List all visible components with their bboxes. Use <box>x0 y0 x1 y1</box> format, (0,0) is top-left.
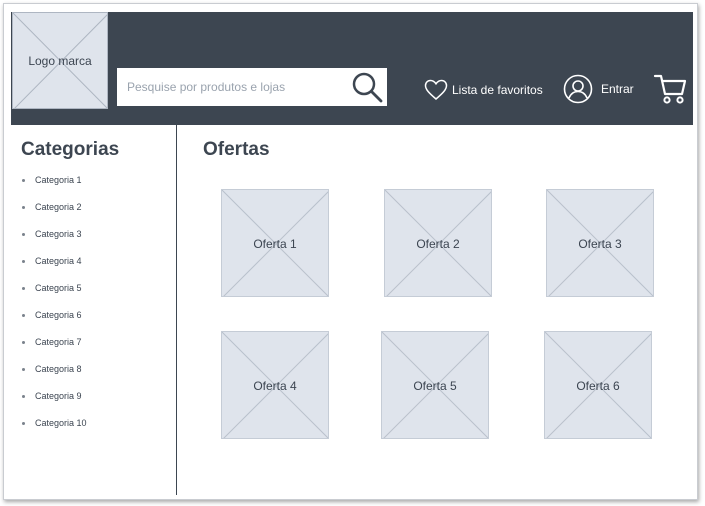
category-item[interactable]: Categoria 3 <box>20 228 87 255</box>
offer-label: Oferta 6 <box>576 379 620 393</box>
category-item[interactable]: Categoria 2 <box>20 201 87 228</box>
category-item[interactable]: Categoria 6 <box>20 309 87 336</box>
cart-icon[interactable] <box>653 72 687 106</box>
offer-label: Oferta 1 <box>253 237 297 251</box>
category-item[interactable]: Categoria 5 <box>20 282 87 309</box>
search-icon[interactable] <box>350 70 384 104</box>
user-icon <box>563 74 593 104</box>
offer-card[interactable]: Oferta 1 <box>221 189 329 297</box>
favorites-link[interactable]: Lista de favoritos <box>424 77 543 103</box>
favorites-label: Lista de favoritos <box>452 83 543 97</box>
category-item[interactable]: Categoria 10 <box>20 417 87 444</box>
logo-placeholder[interactable]: Logo marca <box>12 12 108 109</box>
category-list: Categoria 1 Categoria 2 Categoria 3 Cate… <box>20 174 87 444</box>
offer-card[interactable]: Oferta 4 <box>221 331 329 439</box>
categories-title: Categorias <box>21 139 120 160</box>
offer-card[interactable]: Oferta 3 <box>546 189 654 297</box>
offer-label: Oferta 3 <box>578 237 622 251</box>
offer-card[interactable]: Oferta 5 <box>381 331 489 439</box>
search-input[interactable] <box>117 68 342 106</box>
heart-icon <box>424 79 448 100</box>
offer-label: Oferta 2 <box>416 237 460 251</box>
login-label: Entrar <box>601 82 634 96</box>
category-item[interactable]: Categoria 8 <box>20 363 87 390</box>
offer-card[interactable]: Oferta 2 <box>384 189 492 297</box>
offer-card[interactable]: Oferta 6 <box>544 331 652 439</box>
sidebar-divider <box>176 125 177 495</box>
logo-label: Logo marca <box>28 54 92 68</box>
category-item[interactable]: Categoria 9 <box>20 390 87 417</box>
category-item[interactable]: Categoria 4 <box>20 255 87 282</box>
offers-title: Ofertas <box>203 139 270 160</box>
search-box <box>117 68 387 106</box>
category-item[interactable]: Categoria 7 <box>20 336 87 363</box>
login-link[interactable]: Entrar <box>563 73 634 105</box>
offer-label: Oferta 5 <box>413 379 457 393</box>
category-item[interactable]: Categoria 1 <box>20 174 87 201</box>
offer-label: Oferta 4 <box>253 379 297 393</box>
